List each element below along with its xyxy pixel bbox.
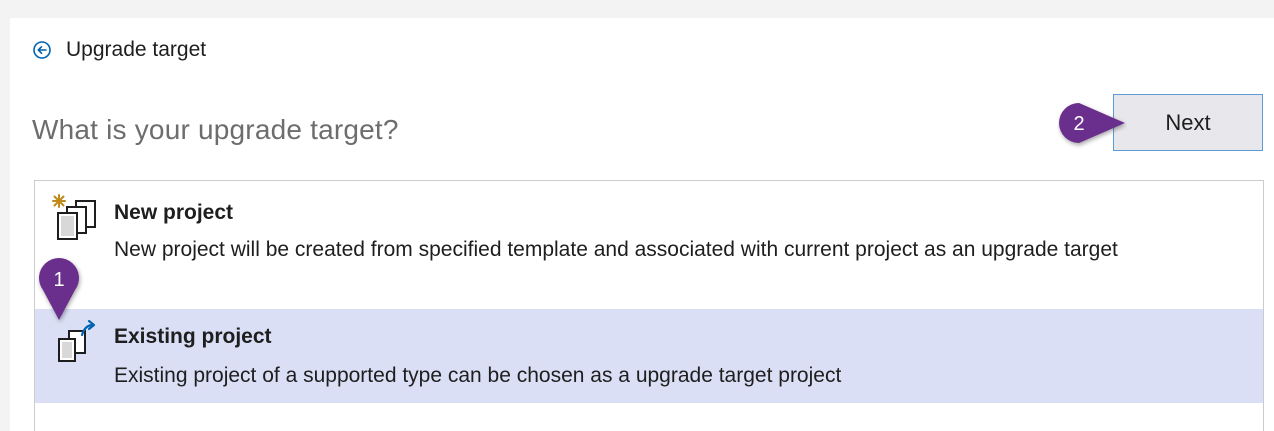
option-existing-project[interactable]: Existing project Existing project of a s… (35, 309, 1263, 403)
option-new-project[interactable]: New project New project will be created … (35, 181, 1263, 309)
next-button[interactable]: Next (1113, 94, 1263, 151)
option-description: New project will be created from specifi… (114, 238, 1118, 261)
question-heading: What is your upgrade target? (32, 114, 399, 145)
circle-arrow-left-icon[interactable] (32, 40, 52, 60)
option-title: New project (114, 201, 234, 224)
callout-number: 1 (53, 268, 65, 291)
upgrade-target-panel: Upgrade target What is your upgrade targ… (10, 18, 1274, 431)
existing-project-icon (49, 319, 99, 369)
page-title: Upgrade target (66, 38, 207, 61)
callout-badge-1: 1 (34, 256, 84, 324)
callout-badge-2: 2 (1057, 99, 1127, 149)
new-project-icon (49, 193, 99, 243)
target-option-list: New project New project will be created … (34, 180, 1264, 431)
option-title: Existing project (114, 325, 272, 348)
header: Upgrade target (32, 38, 206, 62)
callout-number: 2 (1073, 112, 1085, 135)
option-description: Existing project of a supported type can… (114, 364, 842, 387)
